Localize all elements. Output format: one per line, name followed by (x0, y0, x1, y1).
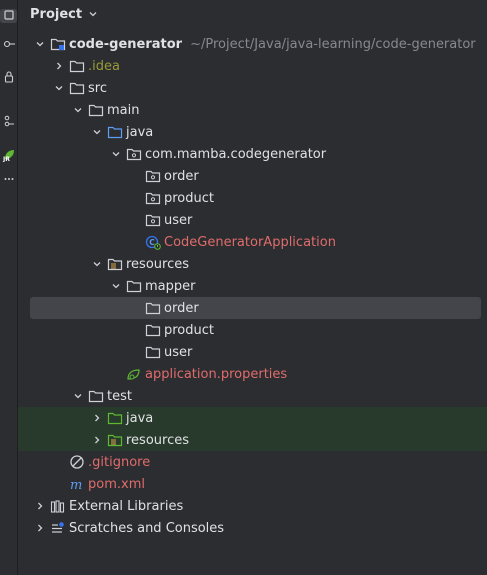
tool-window-strip: JR (0, 0, 18, 575)
test-label: test (107, 388, 132, 404)
package-icon (126, 146, 142, 162)
tree-row-app-props[interactable]: application.properties (18, 363, 487, 385)
chevron-down-icon[interactable] (108, 146, 124, 162)
pkg-product-label: product (164, 190, 215, 206)
package-label: com.mamba.codegenerator (145, 146, 327, 162)
folder-icon (88, 388, 104, 404)
structure-icon[interactable] (0, 114, 17, 128)
main-label: main (107, 102, 140, 118)
lock-icon[interactable] (0, 70, 17, 84)
project-tool-icon[interactable] (0, 9, 17, 23)
tree-row-test[interactable]: test (18, 385, 487, 407)
tree-row-app-class[interactable]: C CodeGeneratorApplication (18, 231, 487, 253)
pkg-order-label: order (164, 168, 199, 184)
folder-icon (145, 344, 161, 360)
tree-row-pkg-user[interactable]: user (18, 209, 487, 231)
module-folder-icon (50, 36, 66, 52)
mapper-user-label: user (164, 344, 193, 360)
tree-row-mapper-product[interactable]: product (18, 319, 487, 341)
tree-row-test-resources[interactable]: resources (18, 429, 487, 451)
folder-icon (145, 300, 161, 316)
chevron-right-icon[interactable] (32, 498, 48, 514)
tree-row-root[interactable]: code-generator ~/Project/Java/java-learn… (18, 33, 487, 55)
chevron-down-icon[interactable] (88, 9, 98, 19)
gitignore-label: .gitignore (88, 454, 151, 470)
test-resources-folder-icon (107, 432, 123, 448)
package-icon (145, 190, 161, 206)
chevron-right-icon[interactable] (89, 410, 105, 426)
chevron-right-icon[interactable] (89, 432, 105, 448)
test-java-label: java (126, 410, 154, 426)
spring-properties-icon (126, 366, 142, 382)
panel-title[interactable]: Project (30, 7, 82, 22)
tree-row-pkg-product[interactable]: product (18, 187, 487, 209)
chevron-down-icon[interactable] (108, 278, 124, 294)
project-tree: code-generator ~/Project/Java/java-learn… (18, 33, 487, 539)
src-label: src (88, 80, 107, 96)
folder-icon (69, 58, 85, 74)
package-icon (145, 212, 161, 228)
source-folder-icon (107, 124, 123, 140)
folder-icon (69, 80, 85, 96)
external-libraries-label: External Libraries (69, 498, 184, 514)
chevron-down-icon[interactable] (70, 102, 86, 118)
mapper-product-label: product (164, 322, 215, 338)
maven-icon: m (69, 476, 85, 492)
mapper-order-label: order (164, 300, 199, 316)
svg-text:JR: JR (2, 156, 10, 162)
chevron-down-icon[interactable] (89, 256, 105, 272)
pom-label: pom.xml (88, 476, 145, 492)
folder-icon (145, 322, 161, 338)
test-resources-label: resources (126, 432, 190, 448)
more-icon[interactable] (0, 176, 17, 190)
tree-row-pom[interactable]: m pom.xml (18, 473, 487, 495)
spring-boot-class-icon: C (145, 234, 161, 250)
tree-row-mapper-user[interactable]: user (18, 341, 487, 363)
spring-jr-icon[interactable]: JR (0, 147, 17, 162)
tree-row-idea[interactable]: .idea (18, 55, 487, 77)
folder-icon (126, 278, 142, 294)
app-props-label: application.properties (145, 366, 288, 382)
tree-row-scratches[interactable]: Scratches and Consoles (18, 517, 487, 539)
chevron-down-icon[interactable] (32, 36, 48, 52)
app-class-label: CodeGeneratorApplication (164, 234, 336, 250)
root-label: code-generator (69, 36, 183, 52)
chevron-down-icon[interactable] (70, 388, 86, 404)
chevron-right-icon[interactable] (32, 520, 48, 536)
test-source-folder-icon (107, 410, 123, 426)
idea-label: .idea (88, 58, 120, 74)
chevron-down-icon[interactable] (89, 124, 105, 140)
library-icon (50, 498, 66, 514)
package-icon (145, 168, 161, 184)
tree-row-pkg-order[interactable]: order (18, 165, 487, 187)
svg-text:m: m (70, 478, 82, 492)
pkg-user-label: user (164, 212, 193, 228)
mapper-label: mapper (145, 278, 196, 294)
project-panel-header: Project (18, 0, 487, 28)
chevron-down-icon[interactable] (51, 80, 67, 96)
resources-label: resources (126, 256, 190, 272)
resources-folder-icon (107, 256, 123, 272)
tree-row-test-java[interactable]: java (18, 407, 487, 429)
scratches-label: Scratches and Consoles (69, 520, 225, 536)
commit-icon[interactable] (0, 38, 17, 52)
tree-row-mapper[interactable]: mapper (18, 275, 487, 297)
tree-row-resources[interactable]: resources (18, 253, 487, 275)
tree-row-src[interactable]: src (18, 77, 487, 99)
scratches-icon (50, 520, 66, 536)
root-path: ~/Project/Java/java-learning/code-genera… (190, 36, 476, 52)
folder-icon (88, 102, 104, 118)
java-label: java (126, 124, 154, 140)
tree-row-main[interactable]: main (18, 99, 487, 121)
tree-row-mapper-order[interactable]: order (30, 297, 481, 319)
chevron-right-icon[interactable] (51, 58, 67, 74)
ignore-file-icon (69, 454, 85, 470)
tree-row-java[interactable]: java (18, 121, 487, 143)
tree-row-external-libraries[interactable]: External Libraries (18, 495, 487, 517)
tree-row-gitignore[interactable]: .gitignore (18, 451, 487, 473)
tree-row-package[interactable]: com.mamba.codegenerator (18, 143, 487, 165)
